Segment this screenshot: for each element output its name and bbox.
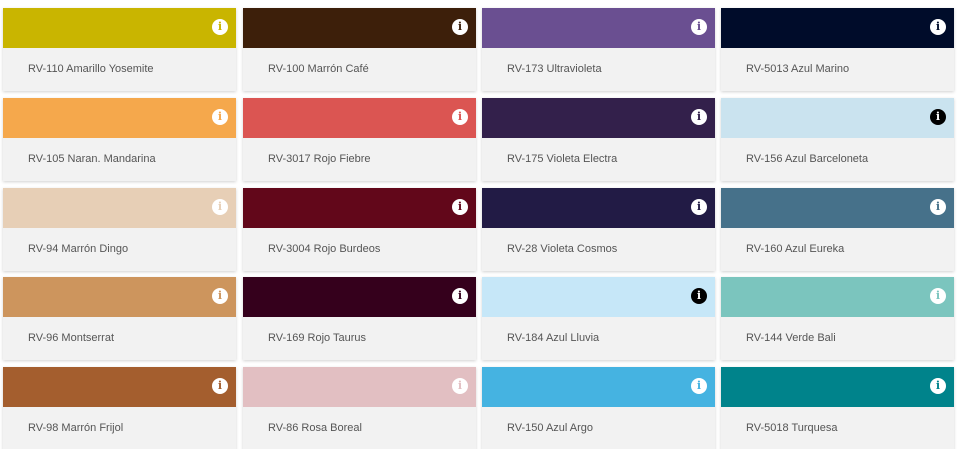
info-icon[interactable]: i (452, 109, 468, 125)
info-icon[interactable]: i (930, 109, 946, 125)
color-swatch[interactable]: i (3, 277, 236, 317)
color-swatch[interactable]: i (3, 8, 236, 48)
color-swatch-card[interactable]: i RV-5013 Azul Marino (721, 8, 954, 91)
color-swatch-card[interactable]: i RV-96 Montserrat (3, 277, 236, 360)
swatch-label: RV-5018 Turquesa (746, 422, 838, 434)
info-icon[interactable]: i (930, 288, 946, 304)
swatch-label: RV-86 Rosa Boreal (268, 422, 362, 434)
swatch-label: RV-105 Naran. Mandarina (28, 153, 156, 165)
info-icon[interactable]: i (212, 378, 228, 394)
color-swatch-card[interactable]: i RV-184 Azul Lluvia (482, 277, 715, 360)
color-swatch-card[interactable]: i RV-173 Ultravioleta (482, 8, 715, 91)
color-swatch[interactable]: i (721, 188, 954, 228)
color-swatch[interactable]: i (243, 277, 476, 317)
info-icon[interactable]: i (691, 19, 707, 35)
color-swatch[interactable]: i (721, 277, 954, 317)
swatch-label: RV-5013 Azul Marino (746, 63, 850, 75)
swatch-label: RV-173 Ultravioleta (507, 63, 602, 75)
color-swatch[interactable]: i (721, 367, 954, 407)
info-icon[interactable]: i (691, 109, 707, 125)
swatch-label: RV-160 Azul Eureka (746, 243, 845, 255)
color-swatch-card[interactable]: i RV-98 Marrón Frijol (3, 367, 236, 449)
swatch-label: RV-94 Marrón Dingo (28, 243, 129, 255)
color-swatch-card[interactable]: i RV-28 Violeta Cosmos (482, 188, 715, 271)
swatch-label: RV-98 Marrón Frijol (28, 422, 124, 434)
color-swatch-card[interactable]: i RV-5018 Turquesa (721, 367, 954, 449)
color-swatch-card[interactable]: i RV-94 Marrón Dingo (3, 188, 236, 271)
info-icon[interactable]: i (930, 19, 946, 35)
color-swatch-card[interactable]: i RV-100 Marrón Café (243, 8, 476, 91)
color-swatch[interactable]: i (3, 188, 236, 228)
color-swatch[interactable]: i (721, 98, 954, 138)
color-swatch-card[interactable]: i RV-3017 Rojo Fiebre (243, 98, 476, 181)
color-swatch[interactable]: i (243, 188, 476, 228)
color-swatch[interactable]: i (482, 98, 715, 138)
color-swatch-card[interactable]: i RV-169 Rojo Taurus (243, 277, 476, 360)
info-icon[interactable]: i (691, 199, 707, 215)
color-swatch-card[interactable]: i RV-150 Azul Argo (482, 367, 715, 449)
info-icon[interactable]: i (452, 199, 468, 215)
info-icon[interactable]: i (452, 288, 468, 304)
info-icon[interactable]: i (212, 199, 228, 215)
swatch-label: RV-3017 Rojo Fiebre (268, 153, 371, 165)
color-swatch[interactable]: i (482, 188, 715, 228)
info-icon[interactable]: i (691, 288, 707, 304)
swatch-label: RV-184 Azul Lluvia (507, 332, 600, 344)
info-icon[interactable]: i (212, 288, 228, 304)
color-swatch-card[interactable]: i RV-156 Azul Barceloneta (721, 98, 954, 181)
color-swatch-grid: i RV-110 Amarillo Yosemite i RV-100 Marrón … (0, 0, 960, 449)
color-swatch-card[interactable]: i RV-3004 Rojo Burdeos (243, 188, 476, 271)
color-swatch[interactable]: i (243, 8, 476, 48)
color-swatch[interactable]: i (243, 98, 476, 138)
info-icon[interactable]: i (212, 19, 228, 35)
info-icon[interactable]: i (930, 378, 946, 394)
info-icon[interactable]: i (212, 109, 228, 125)
color-swatch[interactable]: i (243, 367, 476, 407)
swatch-label: RV-100 Marrón Café (268, 63, 369, 75)
color-swatch[interactable]: i (482, 367, 715, 407)
color-swatch[interactable]: i (3, 367, 236, 407)
color-swatch[interactable]: i (3, 98, 236, 138)
color-swatch-card[interactable]: i RV-160 Azul Eureka (721, 188, 954, 271)
color-swatch-card[interactable]: i RV-175 Violeta Electra (482, 98, 715, 181)
info-icon[interactable]: i (930, 199, 946, 215)
swatch-label: RV-150 Azul Argo (507, 422, 594, 434)
color-swatch-card[interactable]: i RV-144 Verde Bali (721, 277, 954, 360)
color-swatch-card[interactable]: i RV-105 Naran. Mandarina (3, 98, 236, 181)
swatch-label: RV-156 Azul Barceloneta (746, 153, 869, 165)
color-swatch[interactable]: i (721, 8, 954, 48)
color-swatch-card[interactable]: i RV-86 Rosa Boreal (243, 367, 476, 449)
info-icon[interactable]: i (452, 378, 468, 394)
swatch-label: RV-3004 Rojo Burdeos (268, 243, 381, 255)
info-icon[interactable]: i (452, 19, 468, 35)
swatch-label: RV-110 Amarillo Yosemite (28, 63, 154, 75)
swatch-label: RV-175 Violeta Electra (507, 153, 618, 165)
info-icon[interactable]: i (691, 378, 707, 394)
swatch-label: RV-144 Verde Bali (746, 332, 836, 344)
color-swatch[interactable]: i (482, 277, 715, 317)
swatch-label: RV-96 Montserrat (28, 332, 115, 344)
color-swatch[interactable]: i (482, 8, 715, 48)
swatch-label: RV-169 Rojo Taurus (268, 332, 367, 344)
swatch-label: RV-28 Violeta Cosmos (507, 243, 618, 255)
color-swatch-card[interactable]: i RV-110 Amarillo Yosemite (3, 8, 236, 91)
